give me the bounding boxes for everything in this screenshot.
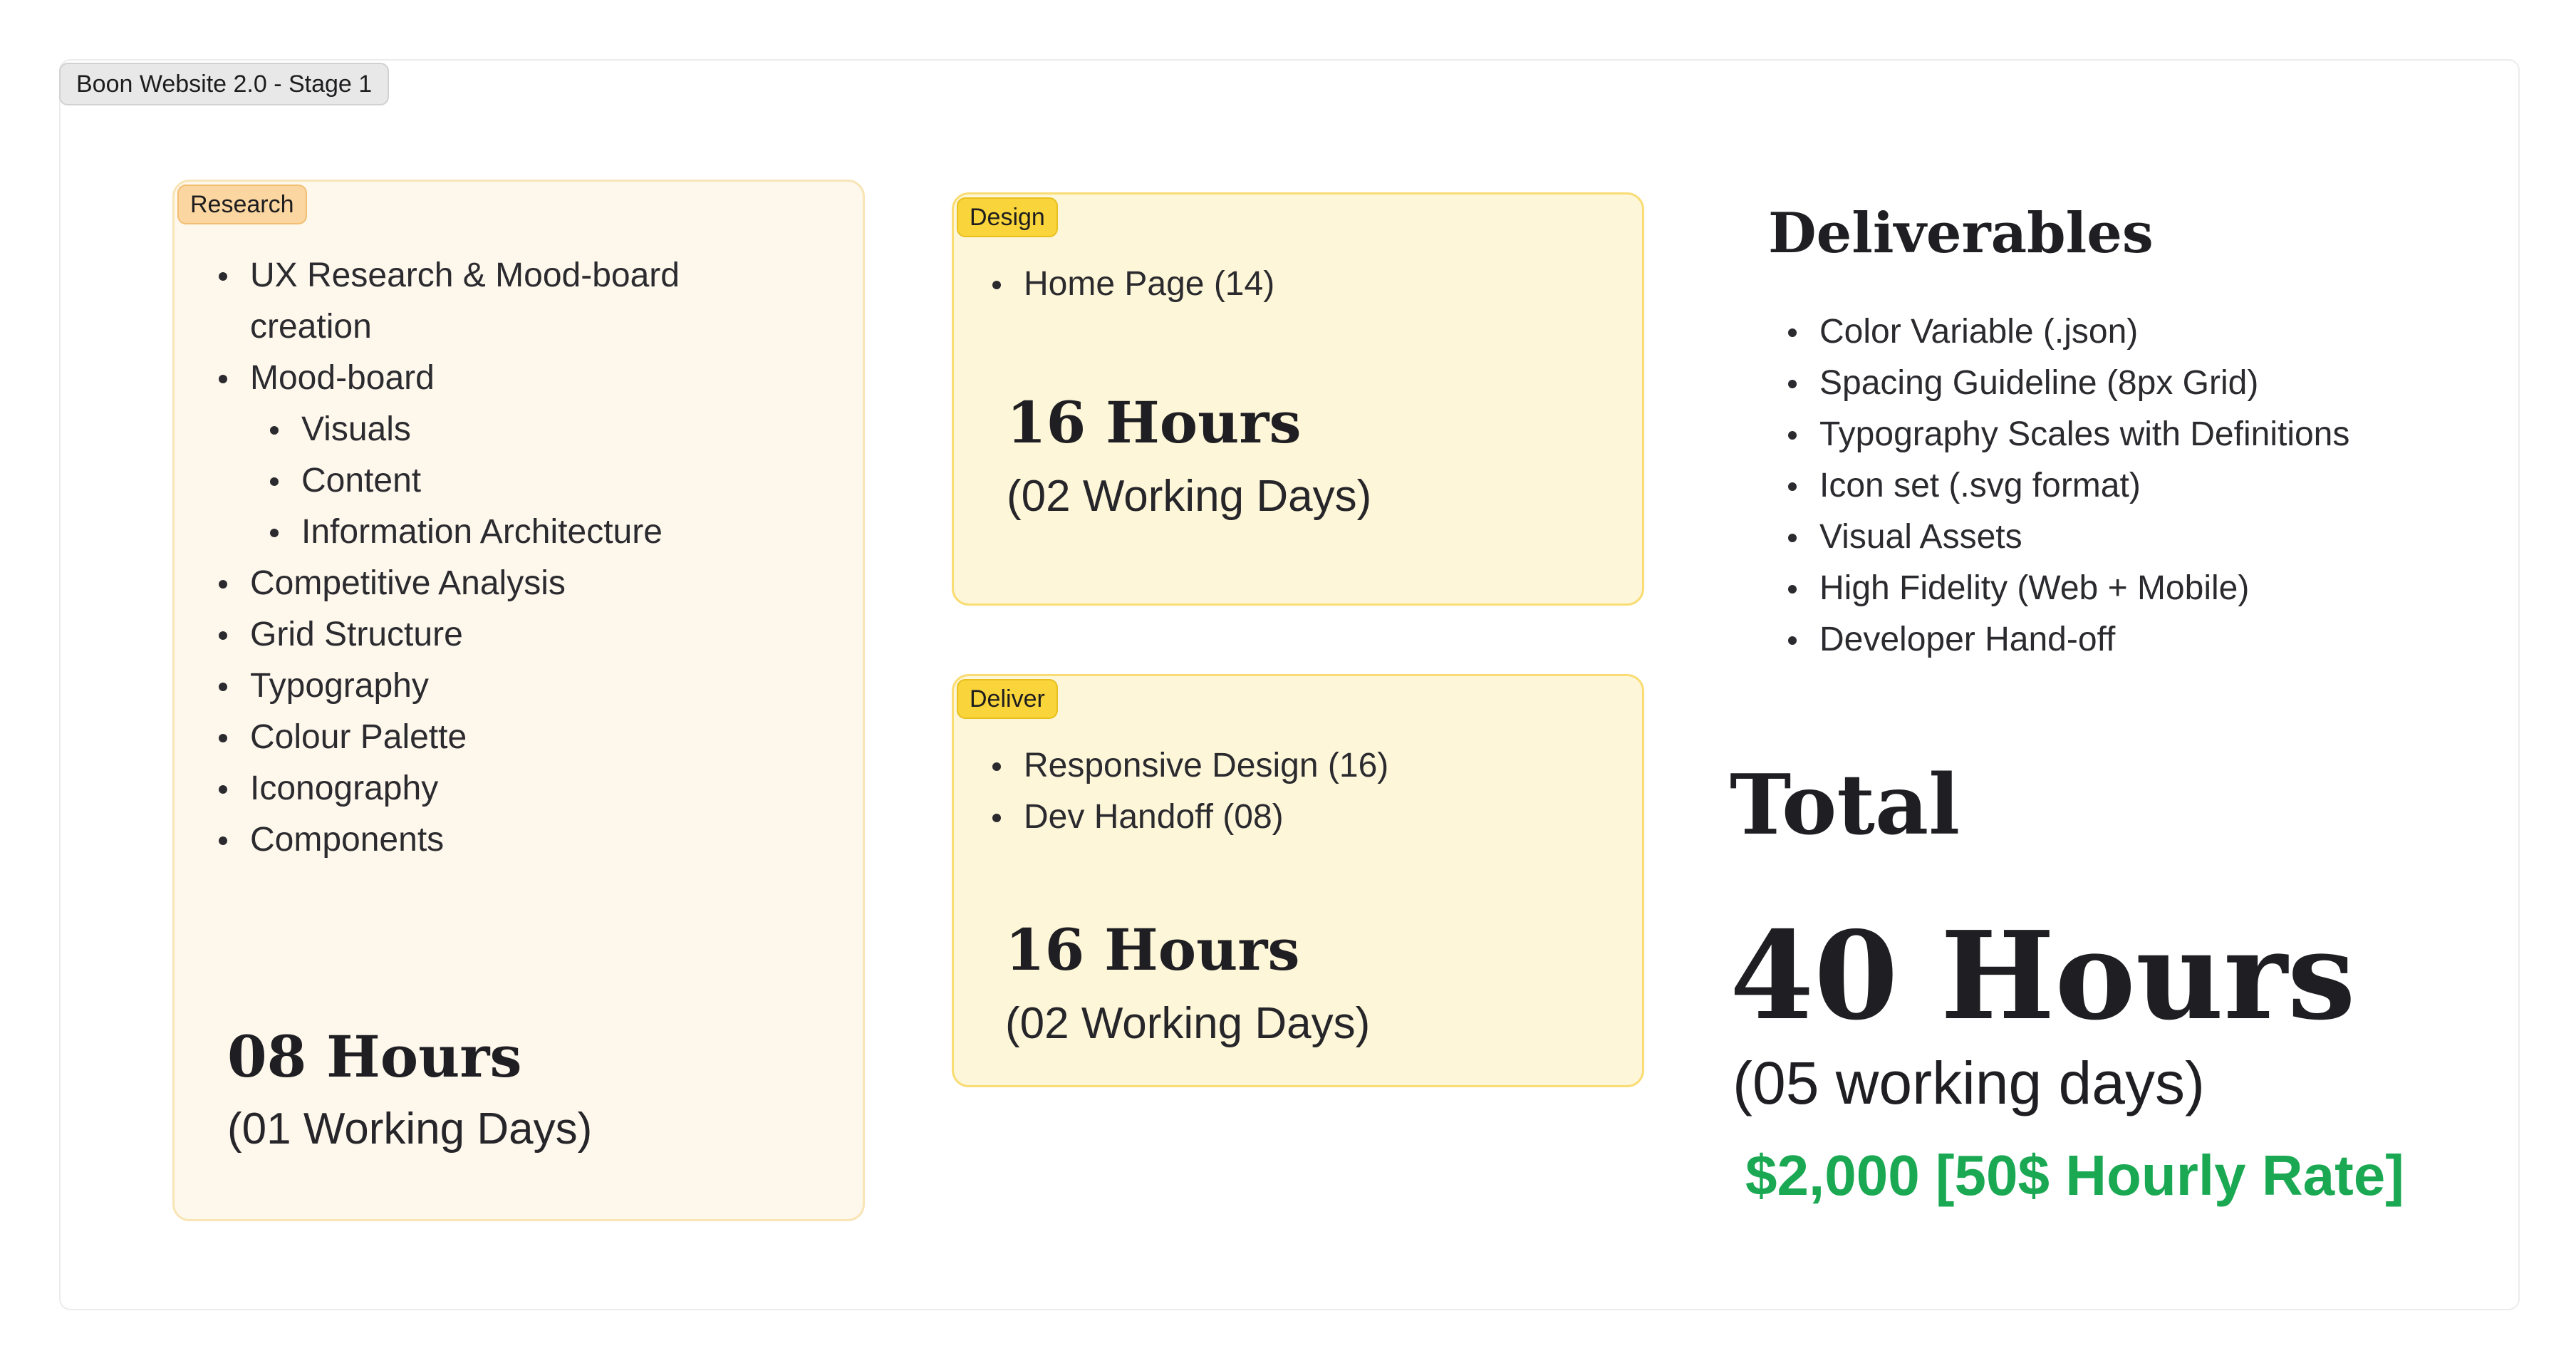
list-subitem: Content — [270, 455, 680, 507]
total-hours: 40 Hours — [1730, 905, 2356, 1047]
list-item: Responsive Design (16) — [992, 740, 1388, 792]
deliver-card[interactable]: Deliver Responsive Design (16) Dev Hando… — [952, 674, 1644, 1087]
research-hours: 08 Hours — [227, 1023, 522, 1090]
list-item: Grid Structure — [219, 609, 680, 660]
list-item: Developer Hand-off — [1787, 614, 2349, 665]
list-item: UX Research & Mood-board — [219, 250, 680, 301]
total-heading: Total — [1730, 757, 1960, 854]
design-hours: 16 Hours — [1007, 389, 1302, 456]
list-item: Typography — [219, 660, 680, 712]
total-days: (05 working days) — [1733, 1050, 2205, 1116]
list-item: Dev Handoff (08) — [992, 792, 1388, 843]
list-item: Spacing Guideline (8px Grid) — [1787, 358, 2349, 409]
list-item: Color Variable (.json) — [1787, 306, 2349, 358]
list-item: Colour Palette — [219, 712, 680, 763]
list-subitem: Information Architecture — [270, 507, 680, 558]
list-item: High Fidelity (Web + Mobile) — [1787, 563, 2349, 614]
list-item-continuation: creation — [250, 308, 372, 346]
frame-title-label[interactable]: Boon Website 2.0 - Stage 1 — [59, 63, 390, 105]
design-tag: Design — [957, 197, 1058, 237]
list-item: Home Page (14) — [992, 259, 1274, 310]
deliverables-list: Color Variable (.json) Spacing Guideline… — [1787, 306, 2349, 665]
list-item: Iconography — [219, 763, 680, 814]
deliver-days: (02 Working Days) — [1005, 999, 1371, 1048]
deliverables-heading: Deliverables — [1768, 201, 2154, 266]
list-item: Visual Assets — [1787, 512, 2349, 563]
design-list: Home Page (14) — [992, 259, 1274, 310]
research-card[interactable]: Research UX Research & Mood-board creati… — [172, 180, 865, 1221]
deliver-list: Responsive Design (16) Dev Handoff (08) — [992, 740, 1388, 843]
total-cost: $2,000 [50$ Hourly Rate] — [1745, 1144, 2404, 1207]
deliver-tag: Deliver — [957, 679, 1058, 719]
deliver-hours: 16 Hours — [1005, 916, 1300, 983]
list-item: Components — [219, 814, 680, 866]
design-card[interactable]: Design Home Page (14) 16 Hours (02 Worki… — [952, 192, 1644, 606]
research-list: UX Research & Mood-board creation Mood-b… — [219, 250, 680, 866]
list-item: Competitive Analysis — [219, 558, 680, 609]
research-tag: Research — [177, 185, 307, 224]
list-item: Mood-board — [219, 353, 680, 404]
design-days: (02 Working Days) — [1007, 472, 1372, 521]
list-item: Typography Scales with Definitions — [1787, 409, 2349, 460]
list-subitem: Visuals — [270, 404, 680, 455]
list-item: Icon set (.svg format) — [1787, 460, 2349, 512]
research-days: (01 Working Days) — [227, 1104, 593, 1154]
